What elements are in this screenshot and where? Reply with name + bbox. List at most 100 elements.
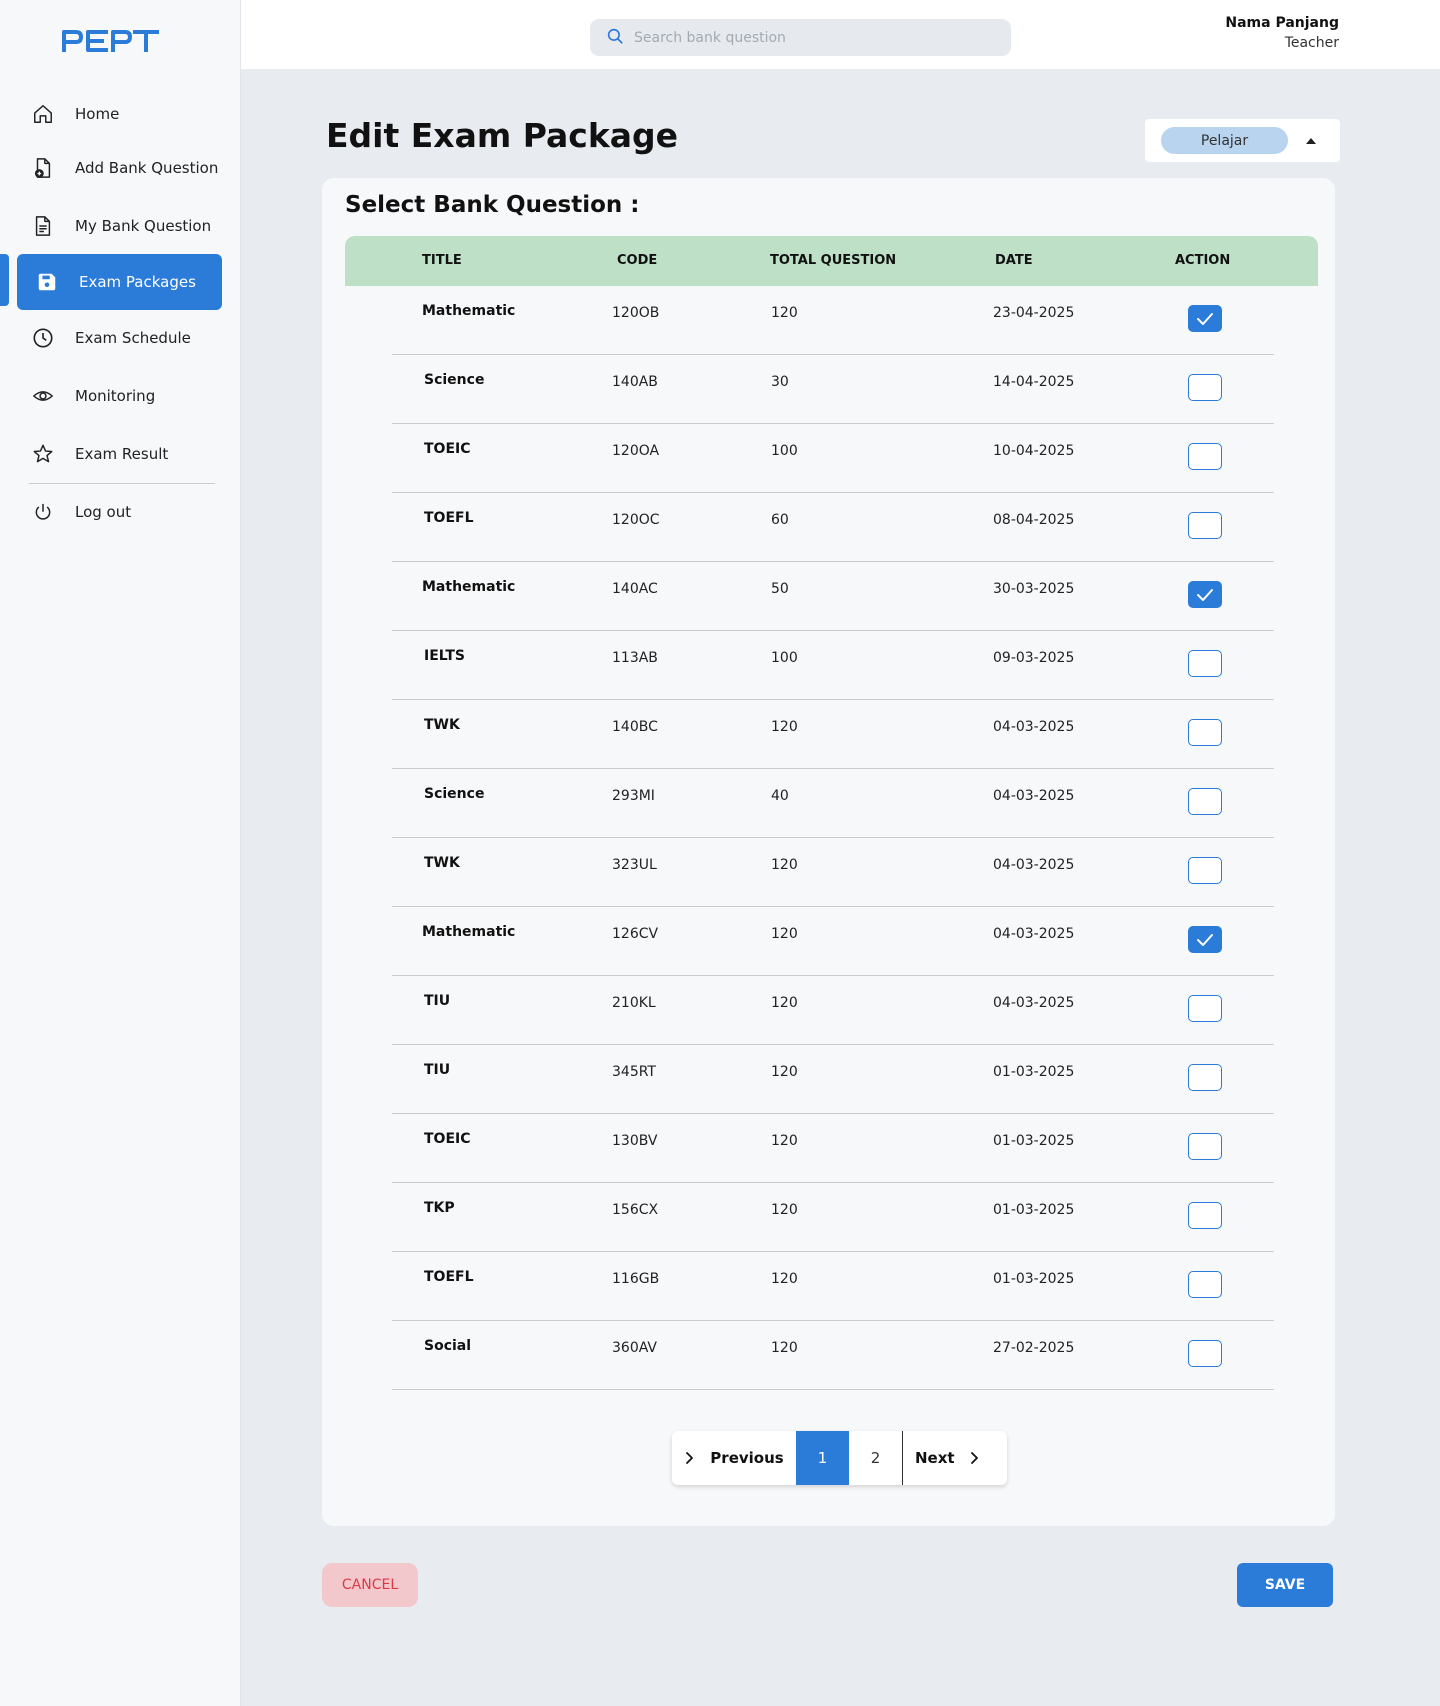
row-title: Social bbox=[424, 1338, 472, 1354]
row-title: TOEIC bbox=[424, 1131, 471, 1147]
user-name: Nama Panjang bbox=[1225, 15, 1339, 31]
row-select-checkbox[interactable] bbox=[1188, 1340, 1222, 1367]
sidebar-item-home[interactable]: Home bbox=[17, 88, 222, 140]
active-indicator bbox=[0, 254, 9, 306]
sidebar-item-my-bank-question[interactable]: My Bank Question bbox=[17, 200, 222, 252]
search-input[interactable] bbox=[634, 29, 994, 46]
table-row: TIU 345RT 120 01-03-2025 bbox=[322, 1045, 1335, 1114]
next-page-button[interactable]: Next bbox=[902, 1431, 1007, 1485]
page-button-1[interactable]: 1 bbox=[796, 1431, 849, 1485]
eye-icon bbox=[31, 384, 55, 408]
row-code: 113AB bbox=[612, 650, 658, 666]
row-select-checkbox[interactable] bbox=[1188, 443, 1222, 470]
row-select-checkbox[interactable] bbox=[1188, 512, 1222, 539]
row-title: TKP bbox=[424, 1200, 455, 1216]
row-code: 120OA bbox=[612, 443, 660, 459]
row-total-question: 50 bbox=[771, 581, 789, 597]
sidebar-divider bbox=[29, 483, 215, 484]
pagination: Previous 1 2 Next bbox=[672, 1431, 1007, 1485]
row-select-checkbox[interactable] bbox=[1188, 581, 1222, 608]
table-row: Science 140AB 30 14-04-2025 bbox=[322, 355, 1335, 424]
row-date: 04-03-2025 bbox=[993, 995, 1075, 1011]
row-date: 14-04-2025 bbox=[993, 374, 1075, 390]
previous-label: Previous bbox=[710, 1449, 784, 1467]
row-select-checkbox[interactable] bbox=[1188, 1133, 1222, 1160]
row-date: 04-03-2025 bbox=[993, 857, 1075, 873]
bank-question-card: Select Bank Question : TITLE CODE TOTAL … bbox=[322, 178, 1335, 1526]
search-bar[interactable] bbox=[590, 19, 1011, 56]
sidebar-item-log-out[interactable]: Log out bbox=[17, 486, 222, 538]
row-select-checkbox[interactable] bbox=[1188, 1271, 1222, 1298]
row-select-checkbox[interactable] bbox=[1188, 1064, 1222, 1091]
row-code: 120OB bbox=[612, 305, 660, 321]
page-button-2[interactable]: 2 bbox=[849, 1431, 902, 1485]
row-total-question: 120 bbox=[771, 719, 798, 735]
row-title: IELTS bbox=[424, 648, 466, 664]
role-select[interactable]: Pelajar bbox=[1145, 119, 1340, 162]
file-add-icon bbox=[31, 156, 55, 180]
user-info[interactable]: Nama Panjang Teacher bbox=[1225, 15, 1339, 51]
row-total-question: 100 bbox=[771, 443, 798, 459]
sidebar-item-exam-packages[interactable]: Exam Packages bbox=[17, 254, 222, 310]
row-date: 30-03-2025 bbox=[993, 581, 1075, 597]
sidebar-item-label: Log out bbox=[75, 503, 132, 521]
row-code: 120OC bbox=[612, 512, 660, 528]
row-title: TWK bbox=[424, 855, 460, 871]
sidebar-item-exam-schedule[interactable]: Exam Schedule bbox=[17, 312, 222, 364]
row-title: TIU bbox=[424, 993, 451, 1009]
column-header-action: ACTION bbox=[1175, 253, 1231, 268]
row-code: 126CV bbox=[612, 926, 659, 942]
row-code: 360AV bbox=[612, 1340, 657, 1356]
row-date: 04-03-2025 bbox=[993, 719, 1075, 735]
table-row: Mathematic 140AC 50 30-03-2025 bbox=[322, 562, 1335, 631]
sidebar-item-exam-result[interactable]: Exam Result bbox=[17, 428, 222, 480]
row-select-checkbox[interactable] bbox=[1188, 995, 1222, 1022]
save-button[interactable]: SAVE bbox=[1237, 1563, 1333, 1607]
row-select-checkbox[interactable] bbox=[1188, 1202, 1222, 1229]
table-row: TWK 140BC 120 04-03-2025 bbox=[322, 700, 1335, 769]
top-bar: Nama Panjang Teacher bbox=[241, 0, 1440, 69]
previous-page-button[interactable]: Previous bbox=[672, 1431, 796, 1485]
table-row: TIU 210KL 120 04-03-2025 bbox=[322, 976, 1335, 1045]
row-code: 210KL bbox=[612, 995, 656, 1011]
row-total-question: 30 bbox=[771, 374, 789, 390]
table-row: TOEIC 120OA 100 10-04-2025 bbox=[322, 424, 1335, 493]
row-total-question: 120 bbox=[771, 926, 798, 942]
column-header-code: CODE bbox=[617, 253, 658, 268]
row-select-checkbox[interactable] bbox=[1188, 374, 1222, 401]
cancel-button[interactable]: CANCEL bbox=[322, 1563, 418, 1607]
sidebar-item-add-bank-question[interactable]: Add Bank Question bbox=[17, 142, 222, 194]
clock-icon bbox=[31, 326, 55, 350]
row-code: 130BV bbox=[612, 1133, 658, 1149]
chevron-right-icon bbox=[684, 1451, 696, 1465]
sidebar-item-label: Monitoring bbox=[75, 387, 156, 405]
row-code: 140BC bbox=[612, 719, 658, 735]
row-select-checkbox[interactable] bbox=[1188, 788, 1222, 815]
row-select-checkbox[interactable] bbox=[1188, 305, 1222, 332]
row-date: 04-03-2025 bbox=[993, 926, 1075, 942]
sidebar-item-monitoring[interactable]: Monitoring bbox=[17, 370, 222, 422]
row-select-checkbox[interactable] bbox=[1188, 926, 1222, 953]
table-row: Social 360AV 120 27-02-2025 bbox=[322, 1321, 1335, 1390]
row-date: 23-04-2025 bbox=[993, 305, 1075, 321]
row-code: 140AC bbox=[612, 581, 658, 597]
pept-logo[interactable] bbox=[60, 24, 160, 54]
row-select-checkbox[interactable] bbox=[1188, 719, 1222, 746]
sidebar-item-label: Exam Packages bbox=[79, 273, 196, 291]
row-title: TOEFL bbox=[424, 1269, 474, 1285]
save-icon bbox=[35, 270, 59, 294]
row-divider bbox=[392, 1389, 1274, 1390]
table-row: TKP 156CX 120 01-03-2025 bbox=[322, 1183, 1335, 1252]
row-title: Science bbox=[424, 372, 485, 388]
row-code: 116GB bbox=[612, 1271, 660, 1287]
row-total-question: 120 bbox=[771, 995, 798, 1011]
row-select-checkbox[interactable] bbox=[1188, 857, 1222, 884]
column-header-date: DATE bbox=[995, 253, 1033, 268]
row-select-checkbox[interactable] bbox=[1188, 650, 1222, 677]
row-date: 10-04-2025 bbox=[993, 443, 1075, 459]
row-code: 293MI bbox=[612, 788, 655, 804]
row-code: 156CX bbox=[612, 1202, 659, 1218]
row-date: 01-03-2025 bbox=[993, 1202, 1075, 1218]
row-date: 27-02-2025 bbox=[993, 1340, 1075, 1356]
home-icon bbox=[31, 102, 55, 126]
